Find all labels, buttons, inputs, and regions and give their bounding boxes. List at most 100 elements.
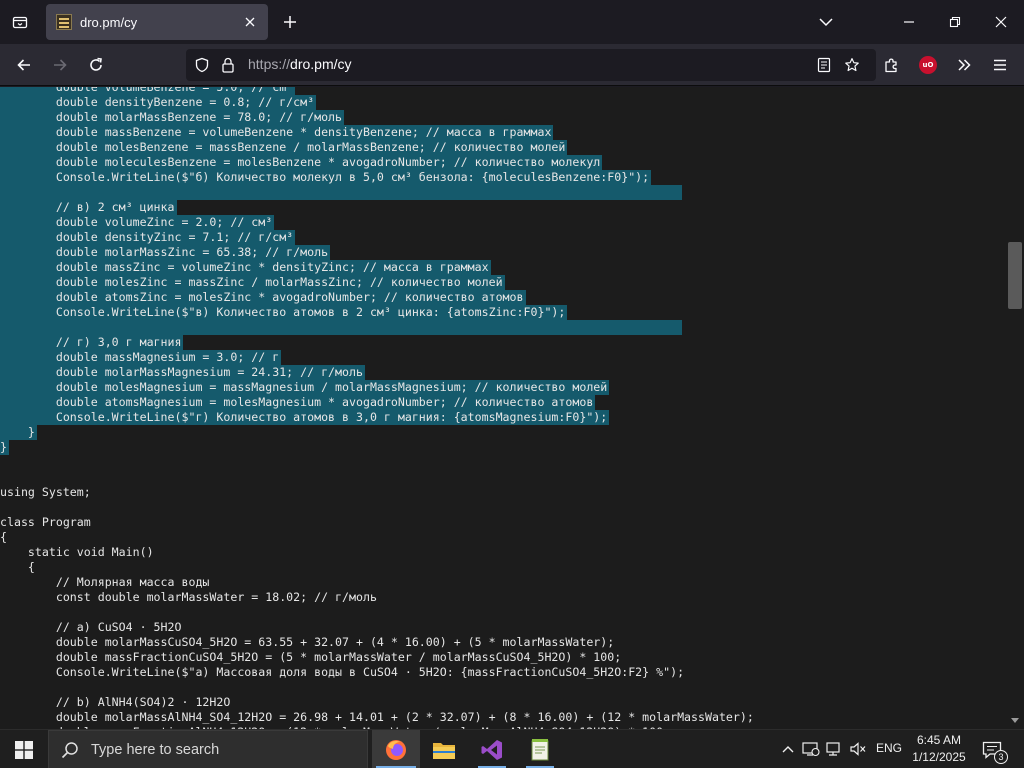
chevron-up-icon: [782, 746, 794, 753]
windows-logo-icon: [15, 740, 33, 759]
windows-taskbar: Type here to search ENG 6:45 AM 1/12/202…: [0, 729, 1024, 768]
code-line: using System;: [0, 485, 91, 499]
monitor-shield-icon: [802, 742, 820, 757]
folder-icon: [433, 742, 455, 759]
taskbar-notepad-plus-plus[interactable]: [516, 730, 564, 768]
code-line: double atomsMagnesium = molesMagnesium *…: [0, 395, 596, 410]
code-line: Console.WriteLine($"б) Количество молеку…: [0, 170, 652, 185]
plus-icon: [284, 16, 296, 28]
code-line: double massBenzene = volumeBenzene * den…: [0, 125, 554, 140]
tracking-protection-shield-icon[interactable]: [194, 57, 210, 73]
visual-studio-icon: [481, 739, 502, 760]
app-menu-button[interactable]: [984, 49, 1016, 81]
tab-strip: dro.pm/cy: [0, 0, 1024, 44]
tab-close-button[interactable]: [242, 14, 258, 30]
code-line: Console.WriteLine($"в) Количество атомов…: [0, 305, 568, 320]
code-line: double massZinc = volumeZinc * densityZi…: [0, 260, 491, 275]
code-line: static void Main(): [0, 545, 154, 559]
tray-network-icon[interactable]: [824, 739, 844, 759]
code-line: class Program: [0, 515, 91, 529]
firefox-icon: [386, 739, 406, 760]
tab-overflow-button[interactable]: [812, 8, 840, 36]
double-chevron-right-icon: [958, 59, 971, 71]
notification-center-button[interactable]: 3: [980, 738, 1008, 764]
code-line: double molesMagnesium = massMagnesium / …: [0, 380, 610, 395]
code-line: double atomsZinc = molesZinc * avogadroN…: [0, 290, 526, 305]
code-line: double volumeBenzene = 5.0; // cm³: [0, 87, 296, 95]
reload-button[interactable]: [80, 49, 112, 81]
code-line: double moleculesBenzene = molesBenzene *…: [0, 155, 603, 170]
code-line: // в) 2 см³ цинка: [0, 200, 177, 215]
code-line: const double molarMassWater = 18.02; // …: [0, 590, 377, 604]
minimize-icon: [904, 21, 914, 23]
code-line: double molarMassCuSO4_5H2O = 63.55 + 32.…: [0, 635, 615, 649]
code-line: [0, 320, 682, 335]
window-close-button[interactable]: [978, 0, 1024, 44]
code-line: Console.WriteLine($"a) Массовая доля вод…: [0, 665, 685, 679]
taskbar-clock[interactable]: 6:45 AM 1/12/2025: [904, 732, 974, 766]
code-line: double densityZinc = 7.1; // г/см³: [0, 230, 296, 245]
code-line: double densityBenzene = 0.8; // г/см³: [0, 95, 317, 110]
show-hidden-icons-button[interactable]: [778, 739, 798, 759]
url-host-path: dro.pm/cy: [290, 56, 352, 72]
tab-title: dro.pm/cy: [80, 14, 138, 30]
code-line: // b) AlNH4(SO4)2 · 12H2O: [0, 695, 231, 709]
restore-button[interactable]: [932, 0, 978, 44]
minimize-button[interactable]: [886, 0, 932, 44]
navigation-toolbar: https://dro.pm/cy uO: [0, 44, 1024, 86]
code-line: // Молярная масса воды: [0, 575, 210, 589]
ublock-origin-icon: uO: [919, 56, 937, 74]
scroll-down-arrow-icon[interactable]: [1010, 717, 1020, 725]
new-tab-button[interactable]: [276, 8, 304, 36]
code-line: double molarMassMagnesium = 24.31; // г/…: [0, 365, 365, 380]
site-favicon-icon: [56, 14, 72, 30]
close-icon: [245, 17, 255, 27]
list-all-tabs-button[interactable]: [6, 8, 34, 36]
vertical-scrollbar[interactable]: [1006, 87, 1024, 729]
reload-icon: [90, 57, 102, 71]
tab-list-icon: [12, 16, 28, 29]
lock-icon[interactable]: [220, 57, 236, 73]
tray-security-icon[interactable]: [801, 739, 821, 759]
clock-time: 6:45 AM: [916, 733, 962, 747]
address-bar[interactable]: https://dro.pm/cy: [186, 49, 876, 81]
forward-button[interactable]: [44, 49, 76, 81]
bookmark-star-icon[interactable]: [844, 57, 860, 73]
close-icon: [995, 16, 1007, 28]
code-line: double molesZinc = massZinc / molarMassZ…: [0, 275, 505, 290]
input-language[interactable]: ENG: [876, 741, 902, 755]
tray-volume-icon[interactable]: [848, 739, 868, 759]
clock-date: 1/12/2025: [912, 750, 966, 764]
taskbar-search-box[interactable]: Type here to search: [48, 730, 368, 768]
back-button[interactable]: [8, 49, 40, 81]
more-tools-button[interactable]: [948, 49, 980, 81]
speaker-muted-icon: [850, 742, 866, 756]
code-line: double molarMassZinc = 65.38; // г/моль: [0, 245, 331, 260]
puzzle-piece-icon: [885, 58, 897, 73]
taskbar-file-explorer[interactable]: [420, 730, 468, 768]
code-line: double massMagnesium = 3.0; // г: [0, 350, 282, 365]
ublock-origin-button[interactable]: uO: [912, 49, 944, 81]
tab-active[interactable]: dro.pm/cy: [46, 4, 268, 40]
url-text[interactable]: https://dro.pm/cy: [248, 56, 352, 72]
search-icon: [61, 741, 78, 758]
hamburger-menu-icon: [994, 59, 1006, 71]
start-button[interactable]: [0, 730, 48, 768]
code-line: {: [0, 530, 7, 544]
code-line: double volumeZinc = 2.0; // см³: [0, 215, 275, 230]
extensions-button[interactable]: [876, 49, 908, 81]
taskbar-firefox[interactable]: [372, 730, 420, 768]
arrow-left-icon: [17, 59, 30, 71]
arrow-right-icon: [54, 59, 67, 71]
reader-view-icon[interactable]: [816, 57, 832, 73]
page-content[interactable]: double volumeBenzene = 5.0; // cm³ doubl…: [0, 87, 1024, 729]
code-line: // a) CuSO4 · 5H2O: [0, 620, 182, 634]
notification-count-badge: 3: [994, 750, 1008, 764]
code-line: double molesBenzene = massBenzene / mola…: [0, 140, 568, 155]
restore-icon: [949, 16, 961, 28]
code-line: }: [0, 440, 9, 455]
url-scheme: https://: [248, 56, 291, 72]
taskbar-visual-studio[interactable]: [468, 730, 516, 768]
scrollbar-thumb[interactable]: [1008, 242, 1022, 309]
code-line: {: [0, 560, 35, 574]
